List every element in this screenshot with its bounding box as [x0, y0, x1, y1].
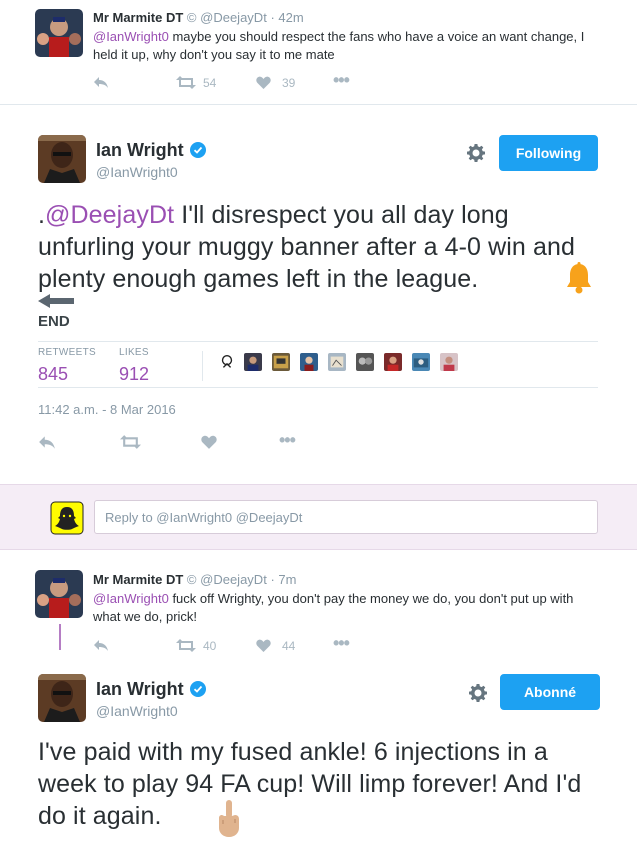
- retweet-icon[interactable]: [120, 435, 141, 449]
- tweet-time[interactable]: · 42m: [270, 10, 303, 25]
- verified-icon: [190, 142, 207, 158]
- retweet-count: 40: [203, 639, 217, 653]
- gear-icon[interactable]: [466, 143, 486, 163]
- author-name[interactable]: Ian Wright: [96, 140, 184, 160]
- retweet-count: 845: [38, 364, 69, 384]
- divider: [38, 341, 598, 342]
- author-handle[interactable]: @DeejayDt: [200, 10, 267, 25]
- author-handle[interactable]: @DeejayDt: [200, 572, 267, 587]
- author-name[interactable]: Ian Wright: [96, 679, 184, 699]
- tweet-timestamp[interactable]: 11:42 a.m. - 8 Mar 2016: [38, 402, 176, 417]
- middle-finger-icon: [219, 800, 239, 837]
- main-tweet: Ian Wright @IanWright0 Following .@Deeja…: [0, 105, 637, 485]
- like-count: 44: [282, 639, 296, 653]
- mention-link[interactable]: @IanWright0: [93, 591, 169, 606]
- reply-input[interactable]: Reply to @IanWright0 @DeejayDt: [94, 500, 598, 534]
- liker-avatar[interactable]: [272, 353, 290, 371]
- heart-icon[interactable]: [256, 639, 271, 652]
- gear-icon[interactable]: [468, 683, 488, 703]
- retweet-icon[interactable]: [176, 639, 196, 652]
- liker-avatar[interactable]: [244, 353, 262, 371]
- reply-icon[interactable]: [93, 76, 109, 89]
- mention-link[interactable]: @IanWright0: [93, 29, 169, 44]
- verified-icon: [190, 681, 207, 697]
- more-icon[interactable]: •••: [279, 430, 296, 451]
- copyright-mark: ©: [186, 10, 197, 25]
- liker-avatar[interactable]: [384, 353, 402, 371]
- liker-avatar[interactable]: [218, 353, 236, 371]
- liker-avatar[interactable]: [300, 353, 318, 371]
- reply-bar: Reply to @IanWright0 @DeejayDt: [0, 484, 637, 550]
- tweet-time[interactable]: · 7m: [270, 572, 296, 587]
- liker-avatar[interactable]: [440, 353, 458, 371]
- more-icon[interactable]: •••: [333, 633, 350, 654]
- tweet-text: .@DeejayDt I'll disrespect you all day l…: [38, 201, 575, 293]
- retweet-icon[interactable]: [176, 76, 196, 89]
- avatar-ian-wright[interactable]: [38, 135, 86, 183]
- avatar-ian-wright[interactable]: [38, 674, 86, 722]
- like-count: 39: [282, 76, 296, 90]
- author-name[interactable]: Mr Marmite DT: [93, 572, 183, 587]
- following-button[interactable]: Following: [499, 135, 598, 171]
- snapchat-avatar[interactable]: [50, 501, 84, 535]
- retweets-stat[interactable]: RETWEETS 845: [38, 347, 96, 385]
- likers-avatars: [218, 353, 478, 375]
- tweet-text: @IanWright0 maybe you should respect the…: [93, 29, 585, 62]
- arrow-left-icon: [38, 294, 74, 308]
- liker-avatar[interactable]: [328, 353, 346, 371]
- heart-icon[interactable]: [201, 435, 217, 449]
- more-icon[interactable]: •••: [333, 70, 350, 91]
- follow-button[interactable]: Abonné: [500, 674, 600, 710]
- end-sign: END: [38, 294, 78, 334]
- mention-link[interactable]: @DeejayDt: [45, 201, 174, 229]
- avatar-mr-marmite[interactable]: [35, 570, 83, 618]
- end-label: END: [38, 313, 70, 330]
- like-count: 912: [119, 364, 150, 384]
- liker-avatar[interactable]: [356, 353, 374, 371]
- retweet-count: 54: [203, 76, 217, 90]
- tweet-text: @IanWright0 fuck off Wrighty, you don't …: [93, 591, 574, 624]
- tweet-text: I've paid with my fused ankle! 6 injecti…: [38, 738, 582, 830]
- liker-avatar[interactable]: [412, 353, 430, 371]
- reply-placeholder: Reply to @IanWright0 @DeejayDt: [105, 510, 303, 525]
- author-handle[interactable]: @IanWright0: [96, 164, 178, 180]
- author-name[interactable]: Mr Marmite DT: [93, 10, 183, 25]
- tweet-4: Ian Wright @IanWright0 Abonné I've paid …: [0, 662, 637, 851]
- tweet-3[interactable]: Mr Marmite DT © @DeejayDt · 7m @IanWrigh…: [0, 560, 637, 660]
- reply-icon[interactable]: [38, 435, 56, 450]
- thread-line: [59, 624, 61, 650]
- heart-icon[interactable]: [256, 76, 271, 89]
- reply-icon[interactable]: [93, 639, 109, 652]
- tweet-1[interactable]: Mr Marmite DT © @DeejayDt · 42m @IanWrig…: [0, 0, 637, 100]
- avatar-mr-marmite[interactable]: [35, 9, 83, 57]
- likes-stat[interactable]: LIKES 912: [119, 347, 149, 385]
- copyright-mark: ©: [186, 572, 197, 587]
- author-handle[interactable]: @IanWright0: [96, 703, 178, 719]
- divider: [38, 387, 598, 388]
- divider: [202, 351, 203, 381]
- bell-icon: [567, 262, 591, 294]
